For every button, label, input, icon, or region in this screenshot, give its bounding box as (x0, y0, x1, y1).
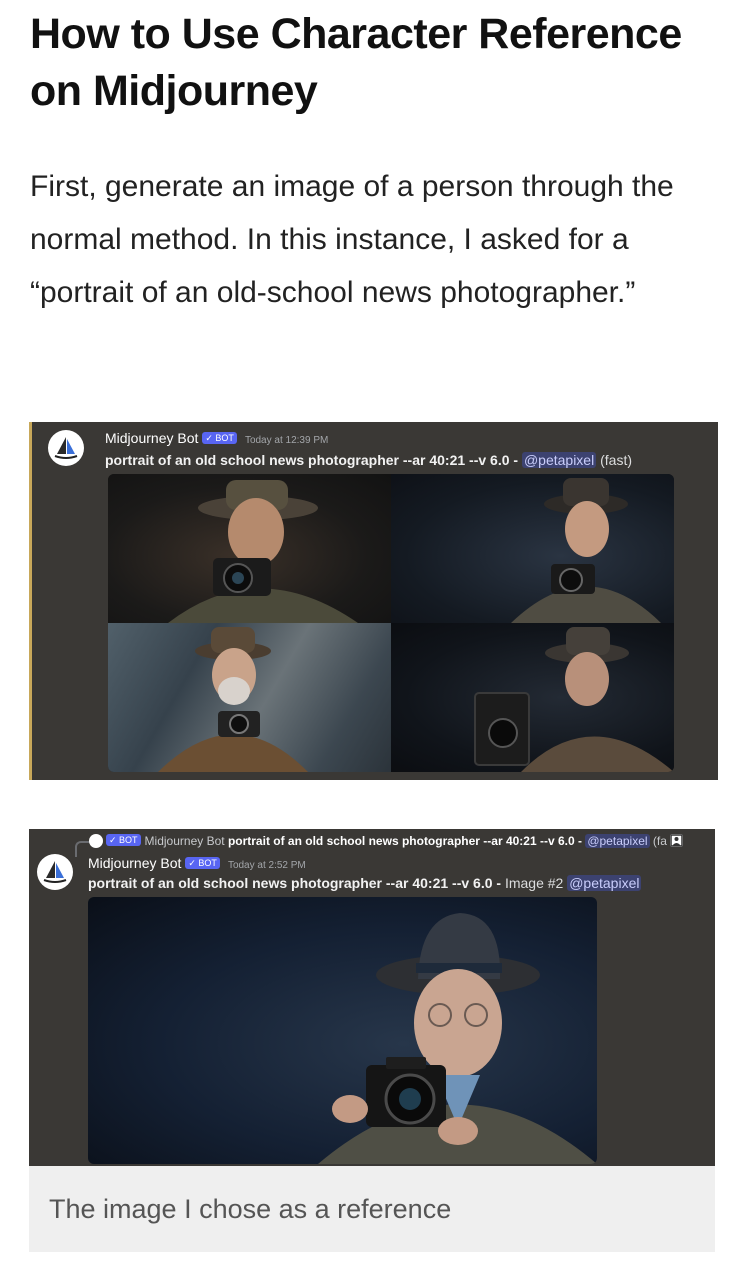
discord-screenshot-grid: Midjourney Bot ✓ BOT Today at 12:39 PM por… (29, 422, 718, 780)
bot-badge: ✓ BOT (185, 857, 220, 869)
reply-prompt: portrait of an old school news photograp… (227, 834, 586, 848)
selected-image[interactable] (88, 897, 597, 1164)
prompt-text: portrait of an old school news photograp… (105, 452, 522, 468)
grid-image-4[interactable] (391, 623, 674, 772)
message-timestamp: Today at 2:52 PM (227, 860, 306, 871)
reply-mention: @petapixel (585, 834, 650, 848)
midjourney-sailboat-icon[interactable] (37, 854, 73, 890)
article-title: How to Use Character Reference on Midjou… (30, 10, 682, 115)
midjourney-sailboat-icon[interactable] (48, 430, 84, 466)
bot-badge: ✓ BOT (202, 432, 237, 444)
user-mention[interactable]: @petapixel (521, 452, 597, 468)
message-prompt: portrait of an old school news photograp… (105, 451, 632, 469)
user-mention[interactable]: @petapixel (567, 875, 642, 891)
image-icon (669, 834, 683, 847)
reply-reference[interactable]: ✓ BOT Midjourney Bot portrait of an old s… (89, 833, 683, 849)
mini-avatar-icon (89, 834, 103, 848)
bot-name[interactable]: Midjourney Bot (88, 855, 181, 871)
image-caption: The image I chose as a reference (29, 1166, 715, 1252)
discord-screenshot-selected: ✓ BOT Midjourney Bot portrait of an old s… (29, 829, 715, 1166)
caption-text: The image I chose as a reference (49, 1194, 452, 1224)
speed-label: (fast) (600, 452, 632, 468)
reply-suffix: (fa (652, 834, 667, 848)
reply-connector (75, 841, 89, 857)
image-grid[interactable] (108, 474, 674, 772)
grid-image-3[interactable] (108, 623, 391, 772)
grid-image-1[interactable] (108, 474, 391, 623)
grid-image-2[interactable] (391, 474, 674, 623)
reply-bot-name: Midjourney Bot (144, 834, 225, 848)
reply-bot-badge: ✓ BOT (106, 834, 141, 846)
article-paragraph: First, generate an image of a person thr… (30, 170, 674, 309)
image-number: Image #2 (504, 875, 564, 891)
message-timestamp: Today at 12:39 PM (244, 435, 329, 446)
bot-name[interactable]: Midjourney Bot (105, 430, 198, 446)
prompt-text: portrait of an old school news photograp… (88, 875, 505, 891)
message-header: Midjourney Bot ✓ BOT Today at 12:39 PM (105, 429, 328, 450)
message-header: Midjourney Bot ✓ BOT Today at 2:52 PM (88, 854, 306, 875)
message-prompt: portrait of an old school news photograp… (88, 874, 642, 892)
